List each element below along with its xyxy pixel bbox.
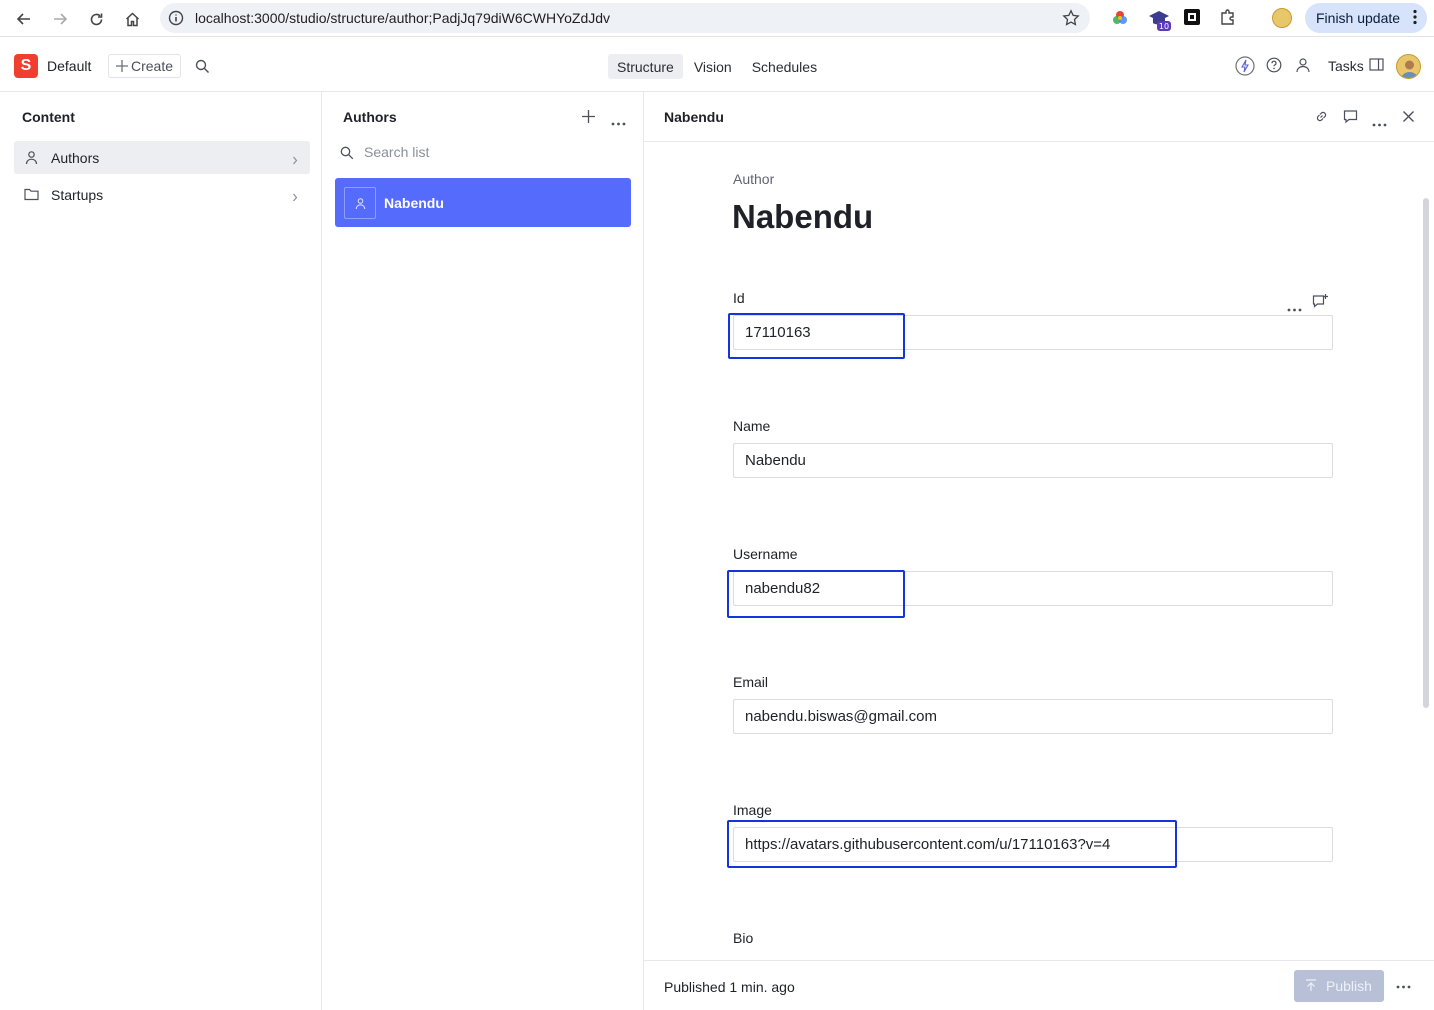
publish-label: Publish <box>1326 978 1372 994</box>
search-icon <box>340 146 354 163</box>
bookmark-star-icon[interactable] <box>1062 9 1080 30</box>
chevron-right-icon <box>292 152 298 168</box>
publish-button[interactable]: Publish <box>1294 970 1384 1002</box>
url-text: localhost:3000/studio/structure/author;P… <box>195 10 611 26</box>
field-label-bio: Bio <box>733 930 754 946</box>
image-url-input[interactable]: https://avatars.githubusercontent.com/u/… <box>733 827 1333 862</box>
search-icon[interactable] <box>195 59 210 77</box>
color-extension-icon[interactable] <box>1110 8 1130 28</box>
people-icon[interactable] <box>1295 57 1312 76</box>
id-input[interactable]: 17110163 <box>733 315 1333 350</box>
document-footer: Published 1 min. ago Publish <box>644 960 1434 1010</box>
extension-badge: 10 <box>1159 22 1169 31</box>
publish-icon <box>1305 979 1317 995</box>
reload-icon[interactable] <box>86 9 106 29</box>
content-pane-title: Content <box>22 109 75 125</box>
tasks-button[interactable]: Tasks <box>1328 58 1364 74</box>
profile-avatar[interactable] <box>1272 8 1292 28</box>
content-item-label: Startups <box>51 187 104 203</box>
lightning-icon[interactable] <box>1235 56 1255 79</box>
field-label-email: Email <box>733 674 769 690</box>
tab-structure[interactable]: Structure <box>608 54 683 79</box>
browser-menu-icon[interactable] <box>1413 9 1417 28</box>
publish-status: Published 1 min. ago <box>664 979 795 995</box>
tab-schedules[interactable]: Schedules <box>743 54 826 79</box>
document-menu-icon[interactable] <box>1372 115 1387 130</box>
tab-vision[interactable]: Vision <box>685 54 741 79</box>
document-thumbnail <box>344 187 376 219</box>
studio-logo[interactable]: S <box>14 54 38 78</box>
graduation-cap-extension-icon[interactable]: 10 <box>1148 8 1171 31</box>
document-pane: Nabendu Author Nabendu Id 17110163 Name … <box>644 92 1434 1010</box>
add-document-icon[interactable] <box>581 109 596 127</box>
finish-update-label: Finish update <box>1316 10 1401 26</box>
sidebar-toggle-icon[interactable] <box>1369 57 1384 75</box>
form-scrollbar[interactable] <box>1423 198 1429 708</box>
content-pane: Content Authors Startups <box>0 92 322 1010</box>
content-item-label: Authors <box>51 150 100 166</box>
list-item-nabendu[interactable]: Nabendu <box>335 178 631 227</box>
help-icon[interactable] <box>1266 57 1282 76</box>
back-icon[interactable] <box>14 9 34 29</box>
create-label: Create <box>131 58 174 74</box>
field-label-name: Name <box>733 418 771 434</box>
user-avatar[interactable] <box>1396 54 1421 79</box>
email-input[interactable]: nabendu.biswas@gmail.com <box>733 699 1333 734</box>
field-label-id: Id <box>733 290 745 306</box>
address-bar[interactable]: localhost:3000/studio/structure/author;P… <box>160 3 1090 33</box>
browser-toolbar: localhost:3000/studio/structure/author;P… <box>0 0 1434 37</box>
authors-list-pane: Authors Search list Nabendu <box>322 92 644 1010</box>
document-type-label: Author <box>733 171 775 187</box>
square-extension-icon[interactable] <box>1183 8 1203 28</box>
user-icon <box>24 150 39 168</box>
document-header-title: Nabendu <box>664 109 724 125</box>
site-info-icon[interactable] <box>168 10 184 29</box>
extensions-puzzle-icon[interactable] <box>1219 8 1239 28</box>
field-label-image: Image <box>733 802 772 818</box>
forward-icon[interactable] <box>50 9 70 29</box>
document-actions-menu-icon[interactable] <box>1396 977 1411 992</box>
studio-header: S Default Create Structure Vision Schedu… <box>0 37 1434 92</box>
comment-icon[interactable] <box>1343 109 1358 127</box>
close-icon[interactable] <box>1402 110 1415 126</box>
field-label-username: Username <box>733 546 798 562</box>
document-header: Nabendu <box>644 92 1434 142</box>
field-menu-icon[interactable] <box>1287 300 1302 315</box>
search-list-placeholder: Search list <box>364 144 430 160</box>
chevron-right-icon <box>292 189 298 205</box>
tool-tabs: Structure Vision Schedules <box>608 54 828 79</box>
finish-update-button[interactable]: Finish update <box>1305 3 1427 33</box>
list-menu-icon[interactable] <box>611 114 626 129</box>
workspace-name[interactable]: Default <box>47 58 91 74</box>
content-item-authors[interactable]: Authors <box>14 141 310 174</box>
content-item-startups[interactable]: Startups <box>14 178 310 211</box>
plus-icon <box>115 59 129 76</box>
name-input[interactable]: Nabendu <box>733 443 1333 478</box>
list-item-label: Nabendu <box>384 195 444 211</box>
add-comment-icon[interactable] <box>1312 293 1329 313</box>
user-icon <box>355 197 365 209</box>
home-icon[interactable] <box>122 9 142 29</box>
create-button[interactable]: Create <box>108 54 181 78</box>
list-pane-title: Authors <box>343 109 397 125</box>
link-icon[interactable] <box>1314 109 1329 127</box>
document-title: Nabendu <box>732 198 874 235</box>
document-form: Author Nabendu Id 17110163 Name Nabendu … <box>644 142 1434 960</box>
username-input[interactable]: nabendu82 <box>733 571 1333 606</box>
folder-icon <box>24 187 39 204</box>
